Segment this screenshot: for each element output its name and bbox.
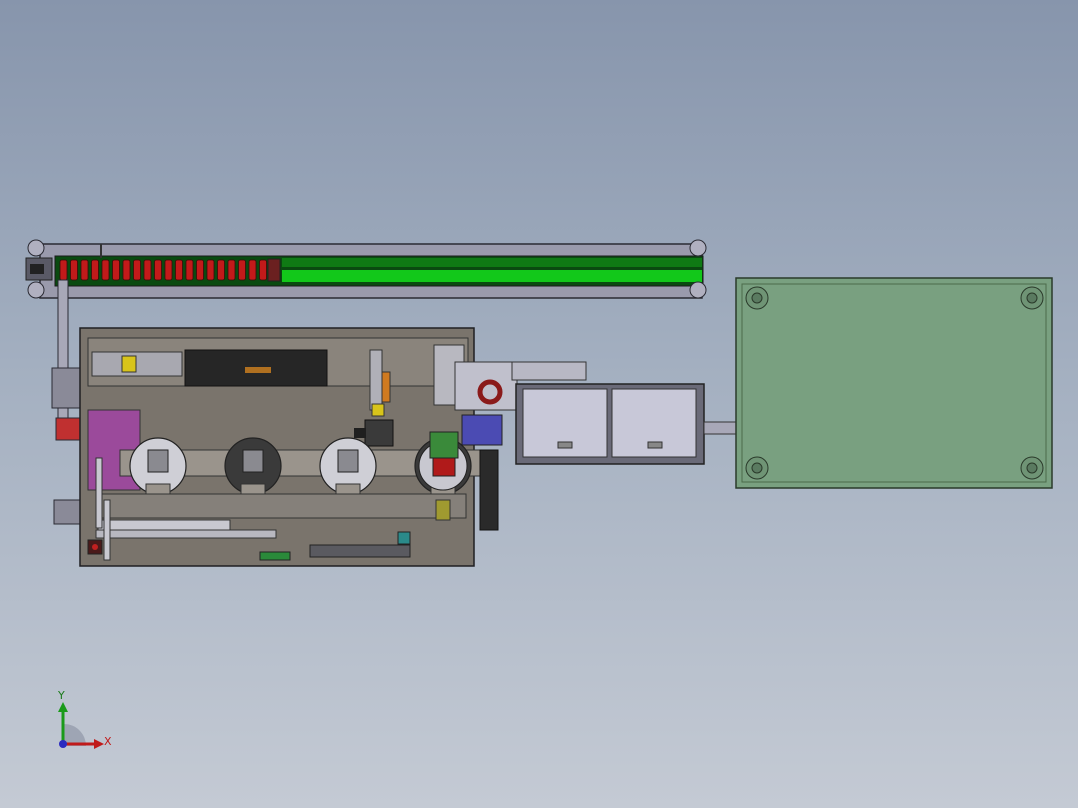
yellow-sensor xyxy=(121,355,137,373)
y-axis-label: Y xyxy=(58,689,65,702)
cable-conduit xyxy=(703,421,739,435)
actuator-slot xyxy=(245,367,271,373)
vertical-rod-left xyxy=(95,457,103,529)
control-cabinet[interactable] xyxy=(735,277,1053,489)
coil-end-cap xyxy=(267,258,281,282)
gripper-block xyxy=(364,419,394,447)
y-axis-head xyxy=(58,702,68,712)
dial-fixture xyxy=(337,449,359,473)
bin-left-handle xyxy=(557,441,573,449)
spring-coil xyxy=(175,259,183,281)
cabinet-bolt-core xyxy=(751,462,763,474)
spring-coil xyxy=(185,259,194,281)
spring-coil xyxy=(227,259,236,281)
spring-coil xyxy=(59,259,68,281)
spring-coil xyxy=(248,259,257,281)
cabinet-bolt-core xyxy=(1026,292,1038,304)
x-axis-head xyxy=(94,739,104,749)
teal-sensor xyxy=(397,531,411,545)
main-machine-base[interactable] xyxy=(79,327,587,567)
x-axis-label: X xyxy=(104,735,112,748)
green-valve xyxy=(429,431,459,459)
output-slide xyxy=(511,361,587,381)
spring-coil xyxy=(164,259,173,281)
terminal-strip xyxy=(259,551,291,561)
gripper-jaw xyxy=(354,428,366,438)
z-axis-dot xyxy=(59,740,67,748)
cabinet-body xyxy=(735,277,1053,489)
cabinet-bolt-core xyxy=(751,292,763,304)
cylinder-rod xyxy=(95,529,277,539)
belt-lower-strip xyxy=(282,270,702,282)
feed-conveyor[interactable] xyxy=(25,239,707,299)
spring-coil xyxy=(112,259,120,281)
black-guide xyxy=(479,449,499,531)
rail-joint xyxy=(100,244,102,258)
spring-coil xyxy=(206,259,215,281)
output-bins[interactable] xyxy=(515,383,705,465)
cabinet-bolt-core xyxy=(1026,462,1038,474)
pulley-bottom-right xyxy=(689,281,707,299)
spring-coil xyxy=(133,259,141,281)
dial-fixture xyxy=(242,449,264,473)
spring-coil xyxy=(143,259,152,281)
lower-track xyxy=(95,493,467,519)
spring-coil xyxy=(259,259,267,281)
belt-upper-strip xyxy=(282,258,702,267)
pulley-bottom-left xyxy=(27,281,45,299)
spring-coil xyxy=(154,259,162,281)
olive-block xyxy=(435,499,451,521)
linear-guide xyxy=(91,351,183,377)
spring-coil xyxy=(70,259,78,281)
bin-right-handle xyxy=(647,441,663,449)
emergency-button-icon xyxy=(92,544,98,550)
cad-viewport[interactable] xyxy=(0,0,1078,808)
orange-cylinder xyxy=(381,371,391,403)
push-cylinder xyxy=(97,519,231,531)
orientation-triad xyxy=(58,702,104,749)
vertical-rod-right xyxy=(103,499,111,561)
pulley-top-left xyxy=(27,239,45,257)
motor-shaft xyxy=(30,264,44,274)
lower-bracket xyxy=(53,499,81,525)
spring-coil xyxy=(238,259,246,281)
wiring-duct xyxy=(309,544,411,558)
spring-coil xyxy=(91,259,99,281)
pulley-top-right xyxy=(689,239,707,257)
vertical-post xyxy=(369,349,383,411)
yellow-clamp xyxy=(371,403,385,417)
spring-coil xyxy=(196,259,204,281)
blue-module xyxy=(461,414,503,446)
spring-coil xyxy=(80,259,89,281)
spring-coil xyxy=(122,259,131,281)
spring-coil xyxy=(217,259,225,281)
dial-fixture xyxy=(147,449,169,473)
spring-coil xyxy=(101,259,110,281)
chute-bracket xyxy=(51,367,81,409)
